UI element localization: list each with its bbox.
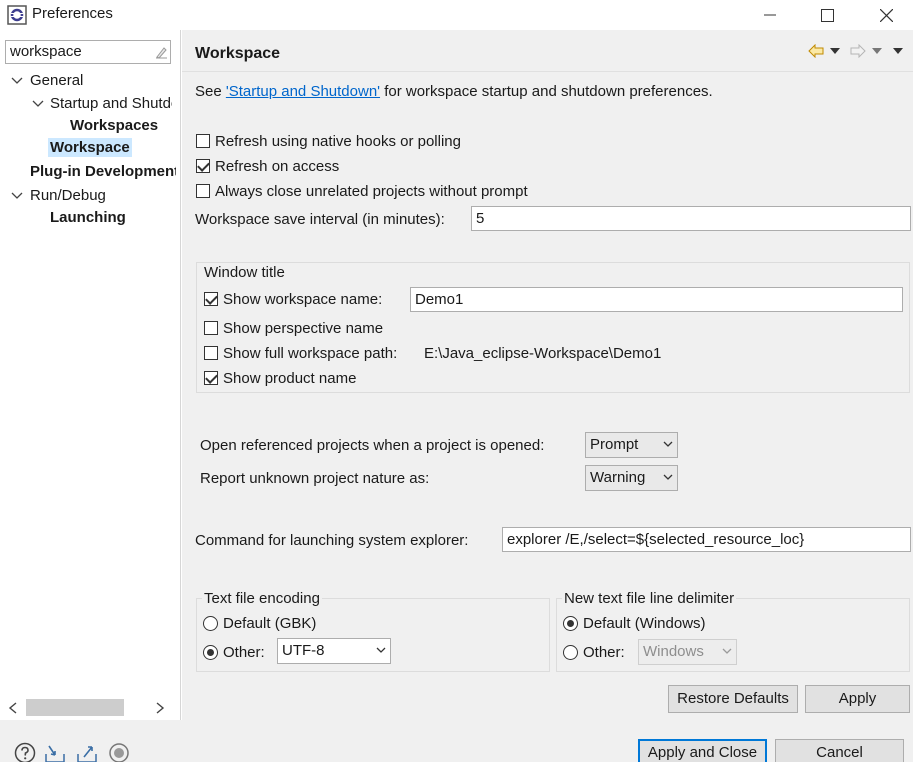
tree-item-startup-shutdown[interactable]: Startup and Shutdown: [50, 95, 172, 112]
encoding-select[interactable]: UTF-8: [277, 638, 391, 664]
maximize-button[interactable]: [815, 4, 839, 26]
show-perspective-label: Show perspective name: [223, 320, 384, 337]
encoding-value: UTF-8: [282, 642, 325, 659]
open-referenced-label: Open referenced projects when a project …: [200, 437, 545, 454]
scrollbar-thumb[interactable]: [26, 699, 124, 716]
eclipse-app-icon: [7, 5, 27, 25]
delimiter-default-label: Default (Windows): [583, 615, 706, 632]
delimiter-select[interactable]: Windows: [638, 639, 737, 665]
page-header: [182, 30, 913, 72]
tree-item-workspaces[interactable]: Workspaces: [70, 117, 158, 134]
chevron-down-icon: [376, 647, 386, 653]
delimiter-other-label: Other:: [583, 644, 625, 661]
maximize-icon: [820, 8, 834, 22]
scroll-left-icon[interactable]: [8, 702, 18, 714]
back-history-dropdown-icon[interactable]: [830, 47, 840, 55]
page-title: Workspace: [195, 45, 281, 62]
minimize-icon: [764, 14, 776, 16]
close-icon: [879, 8, 893, 22]
encoding-default-label: Default (GBK): [223, 615, 317, 632]
explorer-command-input[interactable]: explorer /E,/select=${selected_resource_…: [502, 527, 911, 552]
close-button[interactable]: [874, 4, 898, 26]
delimiter-group-label: New text file line delimiter: [562, 590, 737, 607]
delimiter-default-radio[interactable]: [563, 616, 578, 631]
show-workspace-name-label: Show workspace name:: [223, 291, 383, 308]
clear-filter-icon[interactable]: [154, 45, 168, 59]
chevron-down-icon: [663, 441, 673, 447]
show-product-name-label: Show product name: [223, 370, 357, 387]
delimiter-value: Windows: [643, 643, 704, 660]
save-interval-label: Workspace save interval (in minutes):: [195, 211, 445, 228]
open-referenced-select[interactable]: Prompt: [585, 432, 678, 458]
refresh-native-label: Refresh using native hooks or polling: [215, 133, 461, 150]
chevron-down-icon: [722, 648, 732, 654]
refresh-native-checkbox[interactable]: [196, 134, 210, 148]
tree-item-workspace[interactable]: Workspace: [48, 138, 132, 157]
apply-button[interactable]: Apply: [805, 685, 910, 713]
encoding-default-radio[interactable]: [203, 616, 218, 631]
import-icon[interactable]: [44, 742, 66, 762]
help-icon[interactable]: [14, 742, 36, 762]
always-close-label: Always close unrelated projects without …: [215, 183, 528, 200]
window-title-group-label: Window title: [202, 264, 287, 281]
cancel-button[interactable]: Cancel: [775, 739, 904, 762]
explorer-command-label: Command for launching system explorer:: [195, 532, 469, 549]
show-full-path-checkbox[interactable]: [204, 346, 218, 360]
workspace-name-input[interactable]: Demo1: [410, 287, 903, 312]
tree-item-run-debug[interactable]: Run/Debug: [30, 187, 106, 204]
restore-defaults-button[interactable]: Restore Defaults: [668, 685, 798, 713]
tree-item-launching[interactable]: Launching: [50, 209, 126, 226]
tree-item-general[interactable]: General: [30, 72, 83, 89]
apply-and-close-button[interactable]: Apply and Close: [638, 739, 767, 762]
intro-text: See 'Startup and Shutdown' for workspace…: [195, 83, 713, 100]
encoding-other-label: Other:: [223, 644, 265, 661]
forward-arrow-icon[interactable]: [850, 44, 866, 58]
full-path-value: E:\Java_eclipse-Workspace\Demo1: [424, 345, 662, 362]
expand-general-icon[interactable]: [11, 75, 23, 87]
encoding-group-label: Text file encoding: [202, 590, 322, 607]
startup-shutdown-link[interactable]: 'Startup and Shutdown': [226, 83, 380, 100]
scroll-right-icon[interactable]: [155, 702, 165, 714]
filter-input[interactable]: workspace: [5, 40, 171, 64]
delimiter-other-radio[interactable]: [563, 645, 578, 660]
open-referenced-value: Prompt: [590, 436, 639, 453]
unknown-nature-label: Report unknown project nature as:: [200, 470, 430, 487]
export-icon[interactable]: [76, 742, 98, 762]
encoding-other-radio[interactable]: [203, 645, 218, 660]
always-close-checkbox[interactable]: [196, 184, 210, 198]
unknown-nature-select[interactable]: Warning: [585, 465, 678, 491]
record-icon[interactable]: [108, 742, 130, 762]
expand-startup-icon[interactable]: [32, 98, 44, 110]
unknown-nature-value: Warning: [590, 469, 646, 486]
expand-run-debug-icon[interactable]: [11, 190, 23, 202]
show-full-path-label: Show full workspace path:: [223, 345, 398, 362]
save-interval-input[interactable]: 5: [471, 206, 911, 231]
show-workspace-name-checkbox[interactable]: [204, 292, 218, 306]
tree-item-plugin-development[interactable]: Plug-in Development: [30, 163, 176, 180]
show-perspective-checkbox[interactable]: [204, 321, 218, 335]
refresh-access-label: Refresh on access: [215, 158, 340, 175]
view-menu-icon[interactable]: [893, 47, 903, 55]
show-product-name-checkbox[interactable]: [204, 371, 218, 385]
forward-history-dropdown-icon[interactable]: [872, 47, 882, 55]
refresh-access-checkbox[interactable]: [196, 159, 210, 173]
minimize-button[interactable]: [758, 4, 782, 26]
chevron-down-icon: [663, 474, 673, 480]
back-arrow-icon[interactable]: [808, 44, 824, 58]
window-title: Preferences: [32, 5, 113, 22]
